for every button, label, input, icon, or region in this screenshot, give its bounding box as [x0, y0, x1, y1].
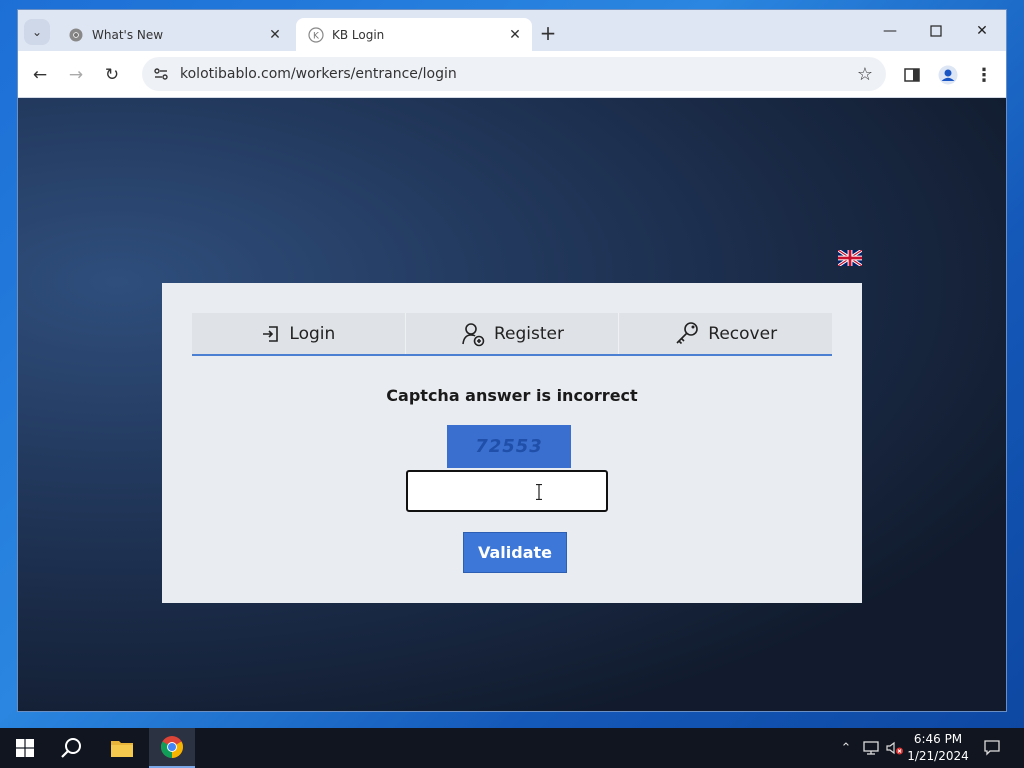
tab-recover-label: Recover: [708, 323, 778, 344]
address-bar[interactable]: kolotibablo.com/workers/entrance/login ☆: [142, 57, 886, 91]
reload-icon: ↻: [104, 65, 120, 85]
tab-login[interactable]: Login: [192, 313, 406, 354]
profile-icon: [938, 65, 958, 85]
taskbar-search-button[interactable]: [48, 728, 94, 768]
login-card: Login Register Recover Captcha answer is…: [162, 283, 862, 603]
plus-icon: +: [539, 21, 557, 45]
tray-overflow-button[interactable]: ⌃: [836, 728, 856, 768]
chevron-up-icon: ⌃: [840, 740, 852, 756]
tab-recover[interactable]: Recover: [619, 313, 833, 354]
taskbar-chrome[interactable]: [149, 728, 195, 768]
taskbar: ⌃ 6:46 PM 1/21/2024: [0, 728, 1024, 768]
user-add-icon: [462, 322, 485, 346]
url-text: kolotibablo.com/workers/entrance/login: [180, 66, 457, 82]
svg-text:K: K: [313, 31, 320, 41]
clock-time: 6:46 PM: [913, 732, 963, 746]
close-icon: ✕: [976, 23, 988, 39]
chrome-icon: [161, 736, 183, 758]
tab-register-label: Register: [494, 323, 564, 344]
more-vert-icon: ⋮: [975, 64, 993, 86]
tab-title: KB Login: [332, 27, 385, 42]
browser-toolbar: ← → ↻ kolotibablo.com/workers/entrance/l…: [18, 51, 1006, 98]
login-icon: [263, 325, 279, 342]
captcha-text: 72553: [475, 436, 543, 457]
uk-flag-icon[interactable]: [838, 250, 862, 266]
notifications-button[interactable]: [980, 728, 1004, 768]
file-explorer-icon: [111, 741, 133, 757]
key-icon: [676, 321, 699, 344]
back-button[interactable]: ←: [26, 61, 54, 89]
maximize-button[interactable]: [916, 18, 956, 44]
validate-label: Validate: [477, 543, 553, 562]
new-tab-button[interactable]: +: [536, 21, 560, 45]
tab-whats-new[interactable]: What's New ✕: [56, 18, 292, 51]
site-info-icon[interactable]: [146, 59, 176, 89]
reload-button[interactable]: ↻: [98, 61, 126, 89]
minimize-icon: —: [883, 23, 897, 39]
clock-date: 1/21/2024: [907, 749, 969, 763]
tab-strip: ⌄ What's New ✕ K KB Login ✕ + — ✕: [18, 10, 1006, 51]
auth-tabs: Login Register Recover: [192, 313, 833, 356]
chrome-icon: [68, 27, 84, 43]
maximize-icon: [930, 25, 942, 37]
text-cursor-icon: [536, 484, 542, 500]
side-panel-button[interactable]: [898, 61, 926, 89]
profile-button[interactable]: [934, 61, 962, 89]
close-icon[interactable]: ✕: [264, 24, 286, 46]
browser-window: ⌄ What's New ✕ K KB Login ✕ + — ✕ ← → ↻: [18, 10, 1006, 711]
taskbar-file-explorer[interactable]: [99, 728, 145, 768]
forward-button[interactable]: →: [62, 61, 90, 89]
tab-register[interactable]: Register: [405, 313, 620, 354]
web-content: Login Register Recover Captcha answer is…: [18, 98, 1006, 711]
minimize-button[interactable]: —: [870, 18, 910, 44]
tab-search-button[interactable]: ⌄: [24, 19, 50, 45]
windows-start-icon: [16, 739, 34, 757]
kb-k-icon: K: [308, 26, 324, 43]
side-panel-icon: [904, 68, 920, 82]
bookmark-star-icon[interactable]: ☆: [850, 59, 880, 89]
chevron-down-icon: ⌄: [31, 25, 43, 39]
notification-icon: [984, 740, 1000, 756]
menu-button[interactable]: ⋮: [970, 61, 998, 89]
close-icon[interactable]: ✕: [504, 24, 526, 46]
tab-kb-login[interactable]: K KB Login ✕: [296, 18, 532, 51]
error-message: Captcha answer is incorrect: [386, 386, 638, 405]
start-button[interactable]: [2, 728, 48, 768]
captcha-input[interactable]: [406, 470, 608, 512]
search-icon: [61, 738, 81, 758]
tab-login-label: Login: [289, 323, 336, 344]
system-clock[interactable]: 6:46 PM 1/21/2024: [900, 731, 976, 765]
tab-title: What's New: [92, 27, 164, 42]
arrow-right-icon: →: [68, 65, 84, 85]
captcha-image: 72553: [447, 425, 571, 468]
close-window-button[interactable]: ✕: [962, 18, 1002, 44]
arrow-left-icon: ←: [32, 65, 48, 85]
validate-button[interactable]: Validate: [463, 532, 567, 573]
network-icon[interactable]: [860, 728, 882, 768]
